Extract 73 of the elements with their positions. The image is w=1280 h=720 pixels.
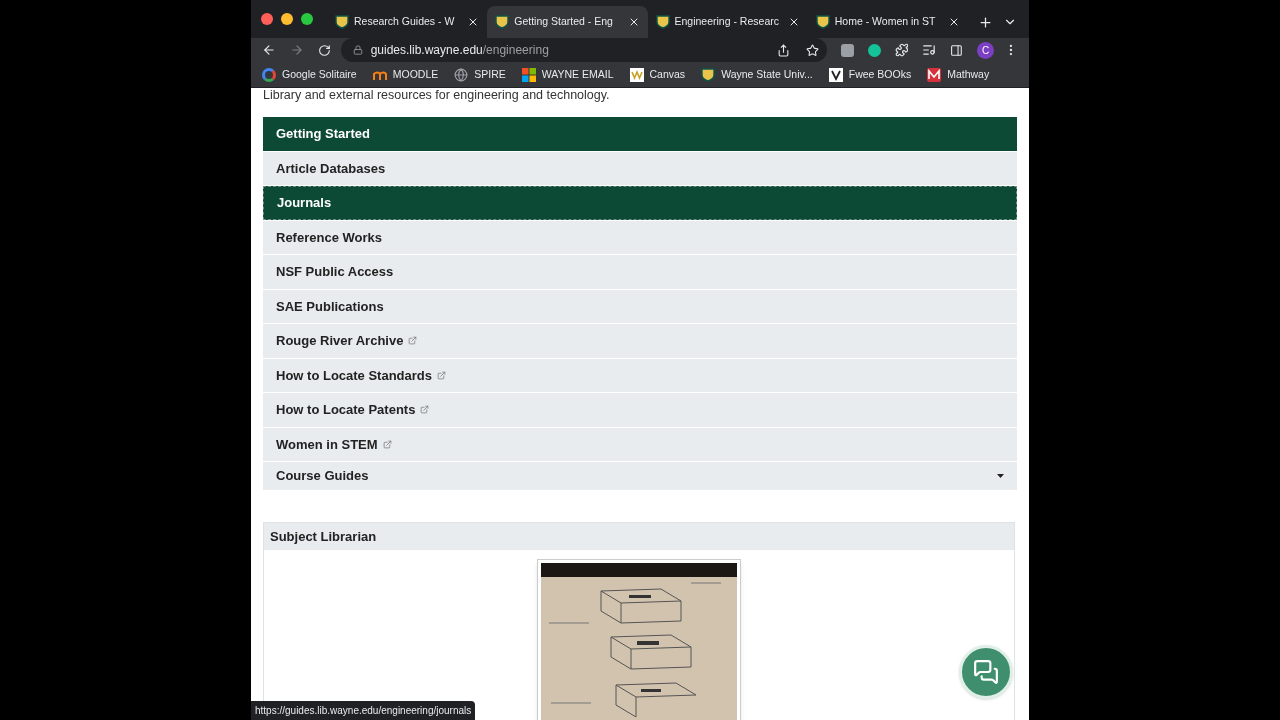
minimize-window-button[interactable]: [281, 13, 293, 25]
lock-icon: [352, 45, 363, 55]
nav-label: Reference Works: [276, 228, 382, 247]
nav-item[interactable]: Reference Works: [263, 220, 1017, 254]
nav-item[interactable]: How to Locate Patents: [263, 393, 1017, 427]
bookmark[interactable]: Canvas: [629, 66, 686, 83]
nav-label: Article Databases: [276, 159, 386, 178]
extension-icon[interactable]: [840, 43, 854, 57]
status-bar-url: https://guides.lib.wayne.edu/engineering/journals: [251, 701, 476, 720]
google-icon: [262, 67, 276, 82]
shield-icon: [815, 15, 830, 29]
side-panel-icon[interactable]: [950, 43, 964, 57]
caret-icon: [997, 474, 1004, 478]
nav-item[interactable]: Rouge River Archive: [263, 324, 1017, 358]
browser-tab[interactable]: Getting Started - Eng: [487, 6, 648, 38]
forward-icon[interactable]: [289, 43, 304, 57]
v-logo-icon: [828, 67, 843, 82]
close-icon[interactable]: [948, 16, 960, 28]
globe-icon: [454, 67, 469, 82]
close-window-button[interactable]: [261, 13, 273, 25]
shield-icon: [335, 15, 349, 29]
browser-tab[interactable]: Research Guides - W: [327, 6, 488, 38]
nav-item[interactable]: Women in STEM: [263, 427, 1017, 461]
shield-icon: [701, 67, 716, 82]
nav-item[interactable]: SAE Publications: [263, 289, 1017, 323]
browser-tab[interactable]: Engineering - Researc: [647, 6, 808, 38]
nav-label: Getting Started: [276, 125, 370, 143]
nav-item[interactable]: Getting Started: [263, 117, 1017, 151]
bookmark[interactable]: Wayne State Univ...: [701, 66, 813, 83]
tab-title: Getting Started - Eng: [514, 14, 614, 30]
bookmark-star-icon[interactable]: [805, 43, 819, 57]
nav-label: How to Locate Standards: [276, 366, 433, 385]
tab-title: Research Guides - W: [354, 14, 456, 30]
intro-text: Library and external resources for engineering and technology.: [263, 88, 611, 103]
nav-label: How to Locate Patents: [276, 401, 416, 419]
windows-icon: [521, 67, 536, 82]
extensions-icon[interactable]: [894, 43, 909, 57]
zoom-window-button[interactable]: [301, 13, 313, 25]
bookmark[interactable]: Google Solitaire: [262, 66, 357, 83]
bookmark[interactable]: WAYNE EMAIL: [521, 66, 614, 83]
media-icon[interactable]: [922, 43, 937, 57]
tab-title: Engineering - Researc: [674, 14, 780, 30]
nav-label: Journals: [277, 194, 332, 212]
chat-button[interactable]: [959, 645, 1013, 699]
share-icon[interactable]: [776, 43, 790, 57]
profile-avatar[interactable]: C: [977, 41, 995, 59]
nav-label: Rouge River Archive: [276, 332, 404, 350]
mathway-icon: [927, 67, 942, 82]
shield-icon: [655, 15, 670, 29]
bookmark[interactable]: Mathway: [927, 66, 990, 83]
nav-label: SAE Publications: [276, 297, 384, 316]
bookmark[interactable]: Fwee BOOks: [828, 66, 912, 83]
nav-label: NSF Public Access: [276, 263, 394, 281]
bookmark[interactable]: MOODLE: [372, 66, 439, 83]
chat-icon: [973, 659, 999, 685]
canvas-icon: [629, 67, 644, 82]
tab-title: Home - Women in ST: [834, 14, 937, 30]
shield-icon: [495, 15, 510, 29]
nav-item[interactable]: Journals: [263, 186, 1017, 220]
new-tab-icon[interactable]: [978, 14, 993, 30]
browser-tab[interactable]: Home - Women in ST: [807, 6, 968, 38]
url-text: guides.lib.wayne.edu/engineering: [370, 42, 549, 59]
grammarly-icon[interactable]: [867, 43, 881, 57]
reload-icon[interactable]: [317, 43, 331, 57]
course-guides-dropdown[interactable]: Course Guides: [263, 462, 1017, 490]
nav-label: Women in STEM: [276, 435, 378, 454]
panel-header: Subject Librarian: [264, 523, 1014, 550]
address-bar[interactable]: guides.lib.wayne.edu/engineering: [340, 38, 827, 62]
nav-item[interactable]: NSF Public Access: [263, 255, 1017, 289]
nav-item[interactable]: Article Databases: [263, 151, 1017, 185]
bookmark[interactable]: SPIRE: [454, 66, 506, 83]
nav-item[interactable]: How to Locate Standards: [263, 358, 1017, 392]
back-icon[interactable]: [262, 43, 276, 57]
